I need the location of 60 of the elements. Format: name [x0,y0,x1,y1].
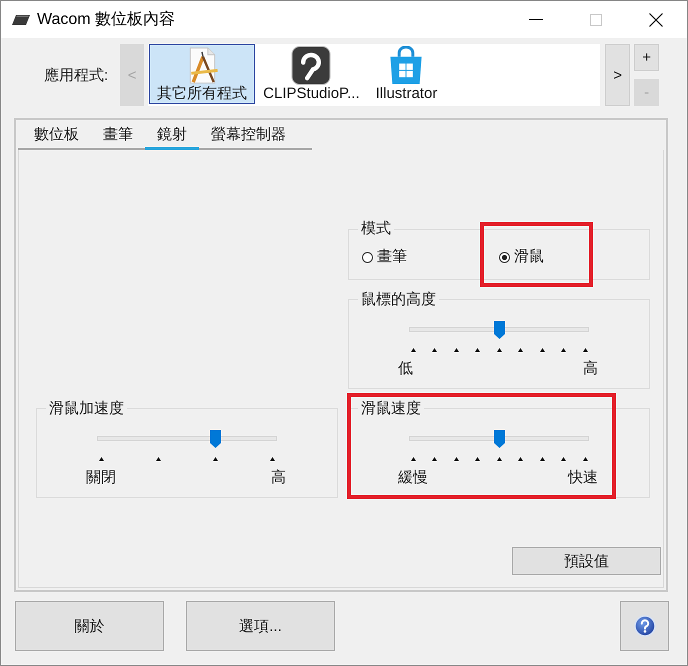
slider-track[interactable] [409,430,589,448]
application-tile[interactable]: Illustrator [368,44,446,104]
maximize-icon [590,14,602,26]
tick-mark-icon [561,456,566,460]
tab[interactable]: 畫筆 [91,122,145,150]
tick-mark-icon [540,348,544,352]
tick-mark-icon [98,456,104,460]
tick-mark-icon [156,456,161,460]
slider-min-label: 關閉 [86,468,116,486]
minimize-icon [529,19,543,20]
options-button[interactable]: 選項... [186,601,335,651]
group-title: 滑鼠加速度 [48,400,125,418]
tab[interactable]: 數位板 [22,122,91,150]
radio-option[interactable]: 畫筆 [362,248,407,266]
tick-mark-icon [518,456,523,460]
slider-thumb[interactable] [494,430,504,448]
group-title: 鼠標的高度 [360,290,437,308]
defaults-button[interactable]: 預設值 [512,547,661,575]
slider-min-label: 低 [398,360,413,378]
slider-max-label: 高 [583,360,598,378]
slider-max-label: 快速 [568,468,598,486]
add-application-button[interactable]: + [634,44,660,71]
tab[interactable]: 鏡射 [145,122,199,150]
help-button[interactable] [620,601,669,651]
slider-track[interactable] [409,320,589,338]
tick-mark-icon [582,456,588,460]
tick-mark-icon [582,348,588,352]
tick-mark-icon [410,348,416,352]
about-button[interactable]: 關於 [15,601,164,651]
help-icon [634,615,656,637]
tick-mark-icon [454,348,458,352]
slider-max-label: 高 [271,468,286,486]
tick-mark-icon [496,456,502,460]
applications-label: 應用程式: [44,66,108,84]
slider-min-label: 緩慢 [398,468,428,486]
scroll-right-button[interactable]: > [605,44,630,106]
tick-mark-icon [270,456,276,460]
tick-mark-icon [432,456,437,460]
tick-mark-icon [213,456,218,460]
radio-option[interactable]: 滑鼠 [499,248,544,266]
slider-thumb[interactable] [494,320,504,338]
tick-mark-icon [518,348,523,352]
application-tile[interactable]: CLIPStudioP... [255,44,368,104]
tick-mark-icon [475,456,480,460]
group-title: 模式 [360,220,392,238]
slider-thumb[interactable] [210,430,222,448]
tick-mark-icon [496,348,502,352]
tab[interactable]: 螢幕控制器 [199,122,298,150]
window-title: Wacom 數位板內容 [37,10,176,30]
tick-mark-icon [432,348,437,352]
tick-mark-icon [410,456,416,460]
tablet-icon [12,14,30,24]
application-tile[interactable]: 其它所有程式 [149,44,256,104]
tick-mark-icon [540,456,544,460]
slider-track[interactable] [97,430,277,448]
group-title: 滑鼠速度 [360,400,422,418]
tick-mark-icon [454,456,458,460]
tick-mark-icon [475,348,480,352]
close-icon [649,12,663,26]
tick-mark-icon [561,348,566,352]
